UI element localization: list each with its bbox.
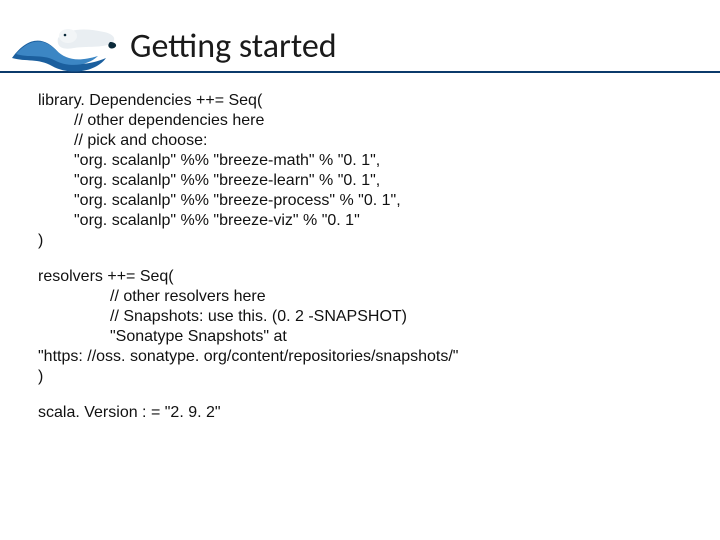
library-dependencies-block: library. Dependencies ++= Seq( // other … xyxy=(38,91,690,251)
code-line: "Sonatype Snapshots" at xyxy=(38,327,690,347)
code-line: "https: //oss. sonatype. org/content/rep… xyxy=(38,347,690,367)
code-line: library. Dependencies ++= Seq( xyxy=(38,91,690,111)
slide-content: library. Dependencies ++= Seq( // other … xyxy=(0,83,720,423)
code-line: ) xyxy=(38,231,690,251)
resolvers-block: resolvers ++= Seq( // other resolvers he… xyxy=(38,267,690,387)
code-line: "org. scalanlp" %% "breeze-process" % "0… xyxy=(38,191,690,211)
slide-header: Getting started xyxy=(0,0,720,73)
code-line: // Snapshots: use this. (0. 2 -SNAPSHOT) xyxy=(38,307,690,327)
code-line: ) xyxy=(38,367,690,387)
code-line: // pick and choose: xyxy=(38,131,690,151)
code-line: resolvers ++= Seq( xyxy=(38,267,690,287)
code-line: // other dependencies here xyxy=(38,111,690,131)
scala-version-block: scala. Version : = "2. 9. 2" xyxy=(38,403,690,423)
code-line: scala. Version : = "2. 9. 2" xyxy=(38,403,690,423)
code-line: "org. scalanlp" %% "breeze-math" % "0. 1… xyxy=(38,151,690,171)
code-line: // other resolvers here xyxy=(38,287,690,307)
code-line: "org. scalanlp" %% "breeze-viz" % "0. 1" xyxy=(38,211,690,231)
code-line: "org. scalanlp" %% "breeze-learn" % "0. … xyxy=(38,171,690,191)
page-title: Getting started xyxy=(130,26,337,67)
scalanlp-logo xyxy=(10,18,120,73)
